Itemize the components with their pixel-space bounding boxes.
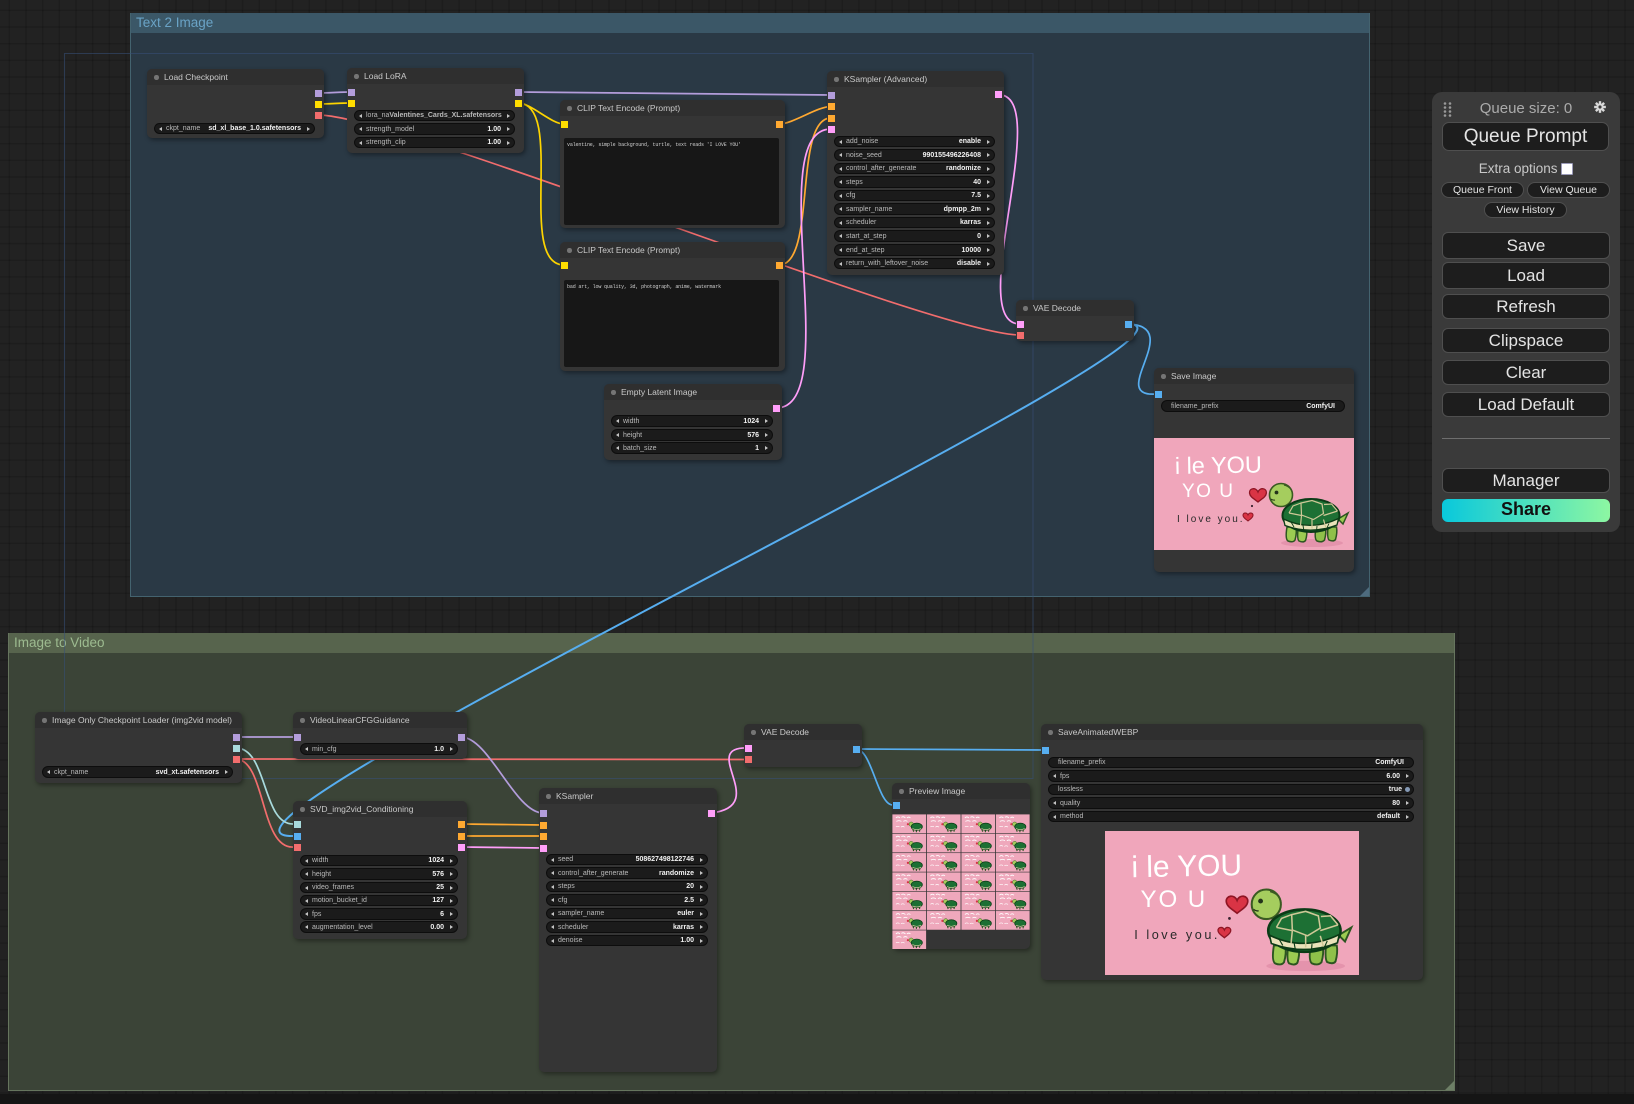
svg-text:I love you.: I love you. [1134,926,1220,941]
svg-text:i le YOU: i le YOU [1131,849,1242,884]
svg-text:i le YOU: i le YOU [1175,451,1263,479]
svg-text:I love you.: I love you. [1177,514,1245,525]
svg-text:YO U: YO U [1182,481,1234,502]
svg-text:YO U: YO U [1141,885,1208,912]
